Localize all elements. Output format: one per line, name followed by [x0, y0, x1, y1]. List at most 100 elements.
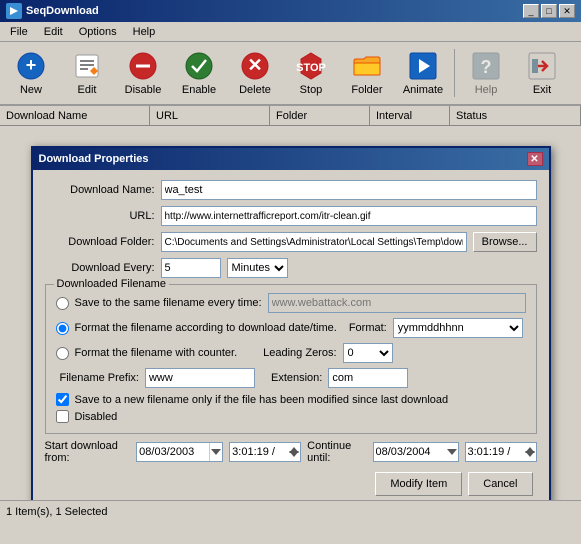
app-icon: [6, 3, 22, 19]
checkbox-disabled-row: Disabled: [56, 410, 526, 423]
download-every-row: Download Every: Minutes Hours Days: [45, 258, 537, 278]
menu-bar: File Edit Options Help: [0, 22, 581, 42]
leading-zeros-label: Leading Zeros:: [263, 347, 336, 359]
radio-format-date[interactable]: [56, 322, 69, 335]
status-bar: 1 Item(s), 1 Selected: [0, 500, 581, 522]
checkbox-disabled[interactable]: [56, 410, 69, 423]
menu-edit[interactable]: Edit: [38, 25, 69, 39]
interval-unit-select[interactable]: Minutes Hours Days: [227, 258, 288, 278]
folder-icon: [351, 50, 383, 82]
menu-help[interactable]: Help: [127, 25, 162, 39]
end-time-spinner[interactable]: [524, 446, 536, 458]
main-area: Download Properties ✕ Download Name: URL…: [0, 126, 581, 522]
extension-field: Extension:: [271, 368, 408, 388]
start-date-input[interactable]: [137, 445, 209, 459]
checkbox-modified[interactable]: [56, 393, 69, 406]
radio-counter-label: Format the filename with counter.: [75, 347, 238, 359]
checkbox-disabled-label: Disabled: [75, 411, 118, 423]
exit-button[interactable]: Exit: [515, 46, 569, 100]
close-button[interactable]: ✕: [559, 4, 575, 18]
download-folder-row: Download Folder: Browse...: [45, 232, 537, 252]
edit-button[interactable]: Edit: [60, 46, 114, 100]
continue-label: Continue until:: [307, 440, 366, 464]
download-name-label: Download Name:: [45, 184, 155, 196]
new-button[interactable]: + New: [4, 46, 58, 100]
enable-icon: [183, 50, 215, 82]
delete-button[interactable]: ✕ Delete: [228, 46, 282, 100]
buttons-row: Modify Item Cancel: [45, 472, 537, 496]
radio-counter[interactable]: [56, 347, 69, 360]
col-interval: Interval: [370, 106, 450, 125]
prefix-extension-row: Filename Prefix: Extension:: [56, 368, 526, 388]
group-label: Downloaded Filename: [54, 278, 169, 290]
delete-icon: ✕: [239, 50, 271, 82]
radio-same-filename[interactable]: [56, 297, 69, 310]
animate-label: Animate: [403, 84, 443, 96]
cancel-button[interactable]: Cancel: [468, 472, 532, 496]
edit-label: Edit: [78, 84, 97, 96]
folder-button[interactable]: Folder: [340, 46, 394, 100]
checkbox-modified-label: Save to a new filename only if the file …: [75, 394, 449, 406]
checkbox-modified-row: Save to a new filename only if the file …: [56, 393, 526, 406]
enable-button[interactable]: Enable: [172, 46, 226, 100]
url-label: URL:: [45, 210, 155, 222]
animate-button[interactable]: Animate: [396, 46, 450, 100]
start-time-spinner[interactable]: [288, 446, 300, 458]
toolbar: + New Edit Disable: [0, 42, 581, 106]
exit-icon: [526, 50, 558, 82]
edit-icon: [71, 50, 103, 82]
col-url: URL: [150, 106, 270, 125]
new-label: New: [20, 84, 42, 96]
start-date-dropdown[interactable]: [210, 448, 222, 456]
dialog-close-button[interactable]: ✕: [527, 152, 543, 166]
start-time-input[interactable]: [230, 445, 288, 459]
prefix-label: Filename Prefix:: [60, 372, 139, 384]
stop-icon: STOP: [295, 50, 327, 82]
format-label: Format:: [349, 322, 387, 334]
folder-label: Folder: [351, 84, 382, 96]
enable-label: Enable: [182, 84, 216, 96]
download-folder-input[interactable]: [161, 232, 467, 252]
delete-label: Delete: [239, 84, 271, 96]
same-filename-input: [268, 293, 526, 313]
leading-zeros-select[interactable]: 0123: [343, 343, 393, 363]
dialog-title: Download Properties: [39, 153, 149, 165]
disable-label: Disable: [125, 84, 162, 96]
maximize-button[interactable]: □: [541, 4, 557, 18]
col-status: Status: [450, 106, 581, 125]
toolbar-separator: [454, 49, 455, 97]
menu-options[interactable]: Options: [73, 25, 123, 39]
downloaded-filename-group: Downloaded Filename Save to the same fil…: [45, 284, 537, 434]
app-title: SeqDownload: [26, 5, 99, 17]
download-every-input[interactable]: [161, 258, 221, 278]
menu-file[interactable]: File: [4, 25, 34, 39]
download-name-input[interactable]: [161, 180, 537, 200]
svg-text:STOP: STOP: [296, 62, 326, 74]
end-date-input[interactable]: [374, 445, 446, 459]
url-row: URL:: [45, 206, 537, 226]
datetime-row: Start download from: Cont: [45, 440, 537, 464]
end-time-input[interactable]: [466, 445, 524, 459]
dialog-overlay: Download Properties ✕ Download Name: URL…: [0, 126, 581, 522]
stop-button[interactable]: STOP Stop: [284, 46, 338, 100]
extension-label: Extension:: [271, 372, 322, 384]
download-every-label: Download Every:: [45, 262, 155, 274]
browse-button[interactable]: Browse...: [473, 232, 537, 252]
svg-text:?: ?: [481, 57, 492, 77]
url-input[interactable]: [161, 206, 537, 226]
disable-button[interactable]: Disable: [116, 46, 170, 100]
minimize-button[interactable]: _: [523, 4, 539, 18]
exit-label: Exit: [533, 84, 551, 96]
extension-input[interactable]: [328, 368, 408, 388]
animate-icon: [407, 50, 439, 82]
prefix-input[interactable]: [145, 368, 255, 388]
modify-item-button[interactable]: Modify Item: [375, 472, 462, 496]
column-headers: Download Name URL Folder Interval Status: [0, 106, 581, 126]
radio-format-date-label: Format the filename according to downloa…: [75, 322, 337, 334]
format-select[interactable]: yymmddhhnn yyyymmddhhnn: [393, 318, 523, 338]
help-label: Help: [475, 84, 498, 96]
help-button[interactable]: ? Help: [459, 46, 513, 100]
end-date-dropdown[interactable]: [446, 448, 458, 456]
download-properties-dialog: Download Properties ✕ Download Name: URL…: [31, 146, 551, 508]
radio-format-date-row: Format the filename according to downloa…: [56, 318, 526, 338]
